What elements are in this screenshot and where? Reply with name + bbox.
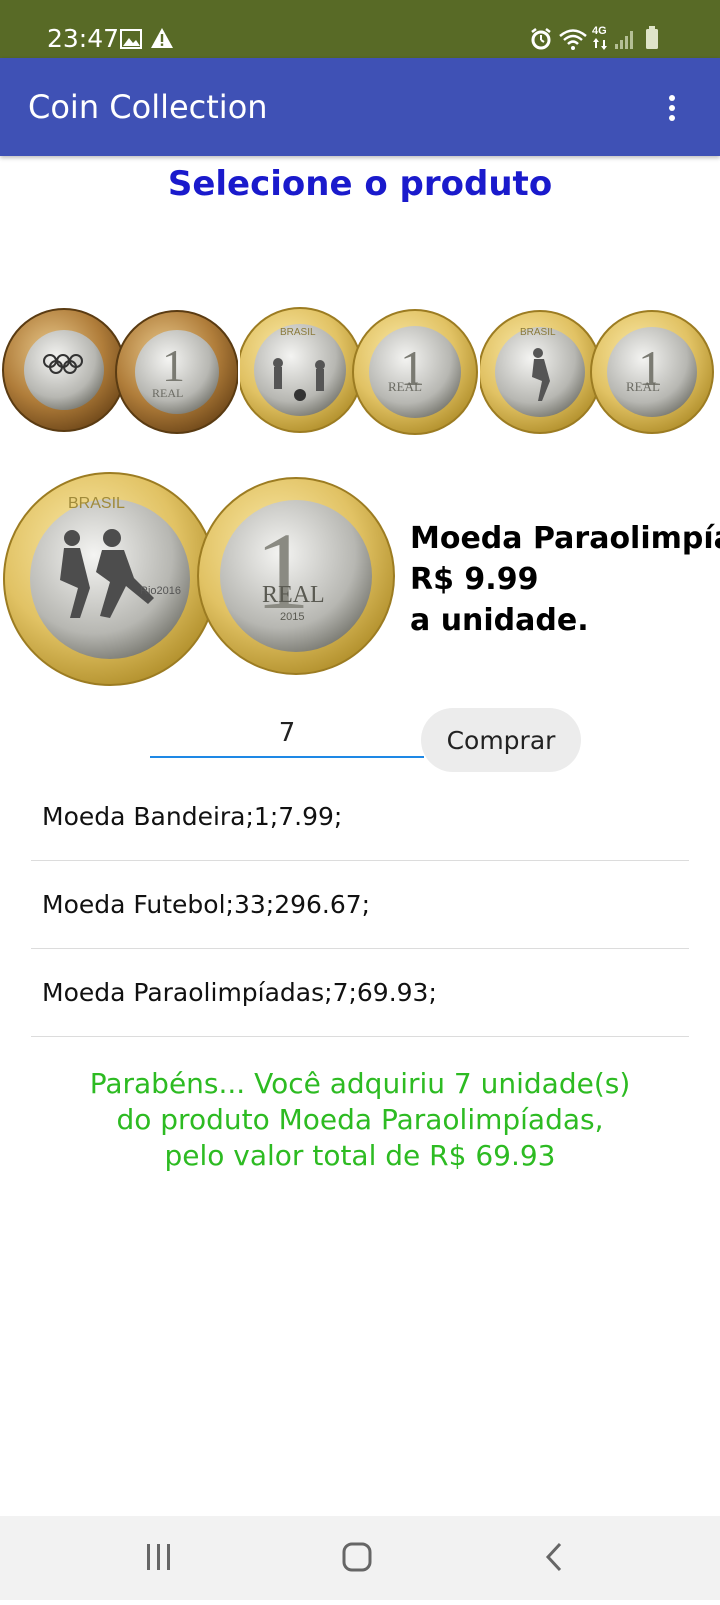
selected-product-image: BRASIL Rio2016 1 REAL 2015: [0, 468, 400, 690]
product-info: Moeda Paraolimpíadas R$ 9.99 a unidade.: [410, 518, 720, 641]
navigation-bar: [0, 1516, 720, 1600]
back-icon: [545, 1542, 562, 1572]
product-paraolimpiadas-image[interactable]: BRASIL 1 REAL: [478, 305, 720, 445]
home-icon: [342, 1542, 372, 1572]
app-title: Coin Collection: [28, 88, 268, 126]
image-icon: [120, 29, 142, 49]
status-bar: 23:47 4G: [0, 0, 720, 58]
data-arrows-icon: [593, 38, 607, 50]
result-line-3: pelo valor total de R$ 69.93: [164, 1139, 556, 1172]
coin-real-text: REAL: [262, 582, 325, 608]
more-vert-icon[interactable]: [662, 92, 682, 124]
svg-text:REAL: REAL: [626, 379, 660, 394]
recent-apps-icon: [147, 1544, 170, 1570]
app-bar: Coin Collection: [0, 58, 720, 156]
svg-text:BRASIL: BRASIL: [280, 327, 316, 338]
list-item[interactable]: Moeda Futebol;33;296.67;: [31, 861, 689, 949]
battery-icon: [646, 26, 658, 49]
list-item[interactable]: Moeda Paraolimpíadas;7;69.93;: [31, 949, 689, 1037]
quantity-input[interactable]: [150, 710, 424, 758]
result-message: Parabéns... Você adquiriu 7 unidade(s) d…: [0, 1066, 720, 1174]
4g-icon: 4G: [592, 25, 607, 37]
recent-apps-button[interactable]: [100, 1516, 220, 1600]
status-time: 23:47: [47, 24, 120, 53]
wifi-icon: [559, 29, 587, 50]
svg-text:BRASIL: BRASIL: [520, 327, 556, 338]
result-line-1: Parabéns... Você adquiriu 7 unidade(s): [89, 1067, 631, 1100]
svg-text:REAL: REAL: [388, 379, 422, 394]
product-unit: a unidade.: [410, 603, 589, 638]
rio2016-logo: Rio2016: [140, 585, 181, 597]
svg-text:1: 1: [162, 340, 185, 391]
signal-icon: [615, 31, 633, 49]
coin-year-text: 2015: [280, 611, 304, 623]
page-heading: Selecione o produto: [167, 164, 553, 204]
back-button[interactable]: [500, 1516, 620, 1600]
svg-text:REAL: REAL: [152, 386, 183, 400]
alarm-icon: [531, 28, 551, 50]
buy-button[interactable]: Comprar: [421, 708, 581, 772]
product-price: R$ 9.99: [410, 562, 539, 597]
home-button[interactable]: [300, 1516, 420, 1600]
product-bandeira-image[interactable]: 1 REAL: [0, 305, 239, 445]
result-line-2: do produto Moeda Paraolimpíadas,: [116, 1103, 604, 1136]
coin-brasil-text: BRASIL: [68, 495, 125, 512]
product-name: Moeda Paraolimpíadas: [410, 521, 720, 556]
warning-icon: [151, 28, 173, 48]
list-item[interactable]: Moeda Bandeira;1;7.99;: [31, 773, 689, 861]
product-futebol-image[interactable]: BRASIL 1 REAL: [237, 305, 480, 445]
purchase-list: Moeda Bandeira;1;7.99; Moeda Futebol;33;…: [31, 773, 689, 1037]
